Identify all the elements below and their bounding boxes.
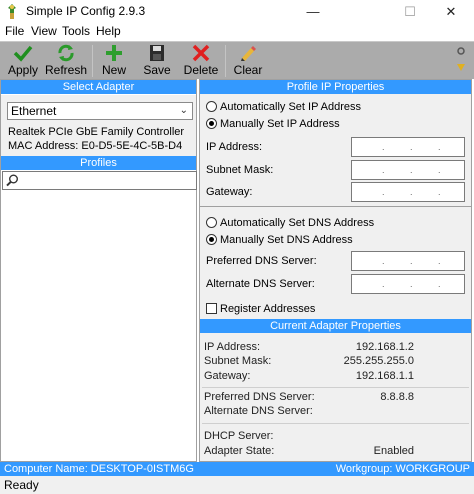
adapter-select-value: Ethernet <box>11 104 57 118</box>
search-icon <box>6 174 18 187</box>
settings-icon[interactable] <box>451 45 471 75</box>
delete-button[interactable]: Delete <box>182 42 220 80</box>
current-pref-dns-value: 8.8.8.8 <box>380 391 414 403</box>
title-bar: Simple IP Config 2.9.3 — ☐ ✕ <box>0 0 474 23</box>
adapter-description: Realtek PCIe GbE Family Controller <box>8 126 185 138</box>
current-adapter-header: Current Adapter Properties <box>200 319 471 333</box>
register-label: Register Addresses <box>220 303 316 315</box>
select-adapter-header: Select Adapter <box>1 80 196 94</box>
status-bar: Computer Name: DESKTOP-0ISTM6G Workgroup… <box>0 462 474 476</box>
preferred-dns-input[interactable]: ... <box>351 251 465 271</box>
profile-search-input[interactable] <box>2 171 197 190</box>
minimize-button[interactable]: — <box>290 0 336 23</box>
auto-ip-radio[interactable]: Automatically Set IP Address <box>206 101 361 113</box>
manual-ip-label: Manually Set IP Address <box>220 118 340 130</box>
clear-button[interactable]: Clear <box>231 42 265 80</box>
menu-view[interactable]: View <box>31 24 57 38</box>
menu-file[interactable]: File <box>5 24 24 38</box>
profiles-header: Profiles <box>1 156 196 170</box>
window-title: Simple IP Config 2.9.3 <box>26 4 146 18</box>
new-plus-icon <box>106 45 122 61</box>
workgroup: Workgroup: WORKGROUP <box>335 463 470 475</box>
delete-label: Delete <box>183 63 219 77</box>
apply-label: Apply <box>7 63 39 77</box>
radio-icon <box>206 101 217 112</box>
current-ip-value: 192.168.1.2 <box>355 341 414 353</box>
register-addresses-checkbox[interactable]: Register Addresses <box>206 303 315 315</box>
ip-label: IP Address: <box>206 141 263 153</box>
manual-dns-label: Manually Set DNS Address <box>220 234 353 246</box>
clear-pencil-icon <box>241 46 256 61</box>
adapter-select[interactable]: Ethernet ⌄ <box>7 102 193 120</box>
adapter-mac: MAC Address: E0-D5-5E-4C-5B-D4 <box>8 140 183 152</box>
gateway-input[interactable]: ... <box>351 182 465 202</box>
maximize-button[interactable]: ☐ <box>387 0 433 23</box>
divider <box>200 206 471 207</box>
apply-check-icon <box>13 45 33 62</box>
save-button[interactable]: Save <box>140 42 174 80</box>
pref-dns-label: Preferred DNS Server: <box>206 255 317 267</box>
computer-name: Computer Name: DESKTOP-0ISTM6G <box>4 463 194 475</box>
delete-x-icon <box>192 44 210 62</box>
alternate-dns-input[interactable]: ... <box>351 274 465 294</box>
manual-ip-radio[interactable]: Manually Set IP Address <box>206 118 340 130</box>
current-gateway-label: Gateway: <box>204 370 251 382</box>
auto-dns-radio[interactable]: Automatically Set DNS Address <box>206 217 374 229</box>
toolbar-separator <box>92 45 93 77</box>
save-label: Save <box>143 63 171 77</box>
auto-dns-label: Automatically Set DNS Address <box>220 217 375 229</box>
chevron-down-icon: ⌄ <box>179 105 188 116</box>
auto-ip-label: Automatically Set IP Address <box>220 101 362 113</box>
refresh-label: Refresh <box>44 63 88 77</box>
new-button[interactable]: New <box>97 42 131 80</box>
divider <box>202 423 469 424</box>
radio-selected-icon <box>206 234 217 245</box>
profile-ip-header: Profile IP Properties <box>200 80 471 94</box>
current-dhcp-label: DHCP Server: <box>204 430 274 442</box>
ready-status: Ready <box>0 476 474 494</box>
new-label: New <box>101 63 126 77</box>
current-gateway-value: 192.168.1.1 <box>355 370 414 382</box>
apply-button[interactable]: Apply <box>4 42 42 80</box>
divider <box>202 387 469 388</box>
menu-help[interactable]: Help <box>96 24 121 38</box>
radio-icon <box>206 217 217 228</box>
adapter-area: Ethernet ⌄ Realtek PCIe GbE Family Contr… <box>1 95 196 157</box>
refresh-icon <box>58 44 74 62</box>
clear-label: Clear <box>233 63 263 77</box>
close-button[interactable]: ✕ <box>428 0 474 23</box>
current-alt-dns-label: Alternate DNS Server: <box>204 405 313 417</box>
menu-tools[interactable]: Tools <box>62 24 90 38</box>
checkbox-icon <box>206 303 217 314</box>
gateway-label: Gateway: <box>206 186 253 198</box>
current-pref-dns-label: Preferred DNS Server: <box>204 391 315 403</box>
subnet-label: Subnet Mask: <box>206 164 274 176</box>
refresh-button[interactable]: Refresh <box>44 42 88 80</box>
current-state-label: Adapter State: <box>204 445 275 457</box>
current-state-value: Enabled <box>373 445 414 457</box>
manual-dns-radio[interactable]: Manually Set DNS Address <box>206 234 353 246</box>
radio-selected-icon <box>206 118 217 129</box>
ip-address-input[interactable]: ... <box>351 137 465 157</box>
menu-bar: File View Tools Help <box>0 23 474 41</box>
save-disk-icon <box>150 45 164 61</box>
current-subnet-value: 255.255.255.0 <box>343 355 414 367</box>
left-panel: Select Adapter Ethernet ⌄ Realtek PCIe G… <box>0 79 197 462</box>
alt-dns-label: Alternate DNS Server: <box>206 278 315 290</box>
current-ip-label: IP Address: <box>204 341 261 353</box>
app-icon <box>8 4 16 19</box>
current-subnet-label: Subnet Mask: <box>204 355 272 367</box>
right-panel: Profile IP Properties Automatically Set … <box>199 79 472 462</box>
toolbar-separator <box>225 45 226 77</box>
subnet-mask-input[interactable]: ... <box>351 160 465 180</box>
toolbar: Apply Refresh New Save Delete Clear <box>0 41 474 79</box>
